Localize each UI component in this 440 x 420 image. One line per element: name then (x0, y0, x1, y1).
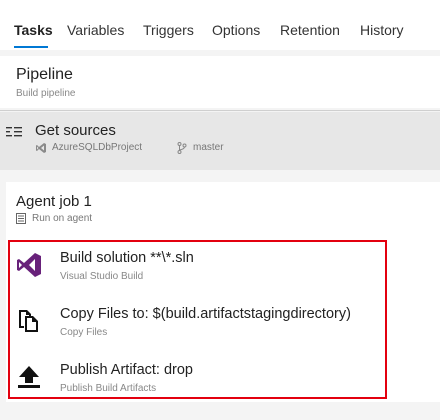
task-name: Build solution **\*.sln (60, 250, 194, 266)
task-list: Build solution **\*.sln Visual Studio Bu… (6, 236, 440, 402)
copy-files-icon (19, 310, 38, 332)
task-description: Copy Files (60, 327, 108, 338)
tab-variables[interactable]: Variables (67, 22, 124, 38)
task-build-solution[interactable]: Build solution **\*.sln Visual Studio Bu… (6, 236, 440, 292)
pipeline-title: Pipeline (16, 66, 73, 83)
divider (0, 110, 440, 111)
branch-name: master (193, 142, 224, 153)
agent-job-title: Agent job 1 (16, 193, 92, 210)
get-sources-node[interactable]: Get sources AzureSQLDbProject master (0, 112, 440, 170)
tab-bar: Tasks Variables Triggers Options Retenti… (0, 0, 440, 50)
pipeline-node[interactable]: Pipeline Build pipeline (0, 56, 440, 108)
active-tab-indicator (14, 46, 48, 48)
branch-icon (177, 142, 187, 154)
task-copy-files[interactable]: Copy Files to: $(build.artifactstagingdi… (6, 292, 440, 348)
task-publish-artifact[interactable]: Publish Artifact: drop Publish Build Art… (6, 348, 440, 404)
task-description: Visual Studio Build (60, 271, 144, 282)
pipeline-subtitle: Build pipeline (16, 88, 76, 99)
visual-studio-icon (17, 253, 41, 277)
tab-history[interactable]: History (360, 22, 404, 38)
upload-icon (18, 366, 40, 388)
tab-tasks[interactable]: Tasks (14, 22, 53, 38)
vs-repo-icon (36, 143, 46, 153)
list-icon (6, 127, 22, 137)
task-name: Copy Files to: $(build.artifactstagingdi… (60, 306, 351, 322)
agent-job-node[interactable]: Agent job 1 Run on agent (6, 182, 440, 236)
repository-name: AzureSQLDbProject (52, 142, 143, 153)
agent-icon (16, 213, 26, 224)
agent-job-subtitle: Run on agent (32, 213, 93, 224)
tab-triggers[interactable]: Triggers (143, 22, 194, 38)
task-name: Publish Artifact: drop (60, 362, 193, 378)
task-description: Publish Build Artifacts (60, 383, 157, 394)
get-sources-title: Get sources (35, 122, 116, 139)
tab-retention[interactable]: Retention (280, 22, 340, 38)
tab-options[interactable]: Options (212, 22, 260, 38)
